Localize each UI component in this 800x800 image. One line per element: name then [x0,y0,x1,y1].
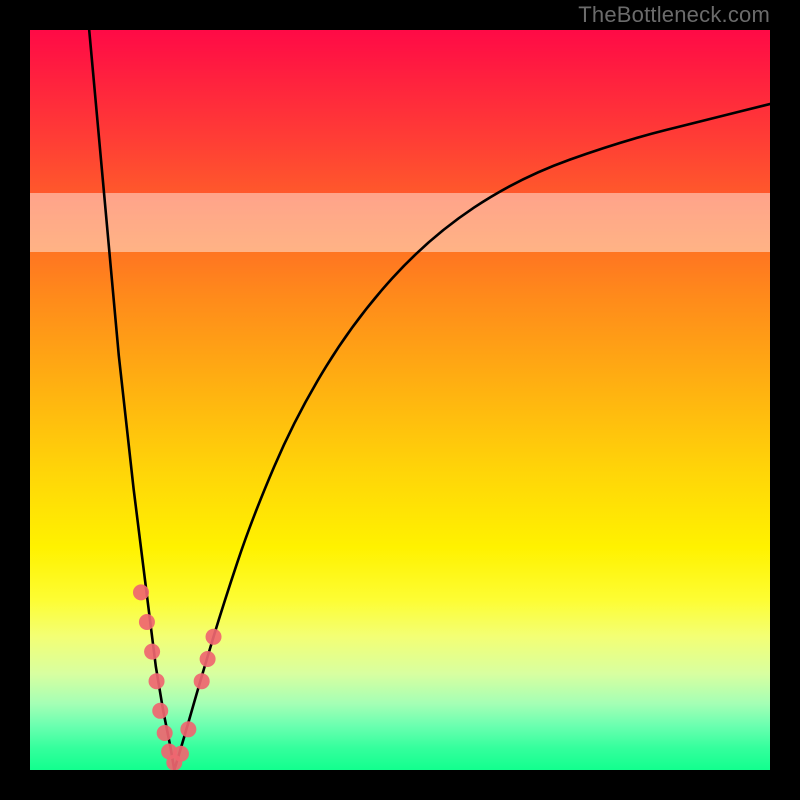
marker-dot [200,651,216,667]
watermark-text: TheBottleneck.com [578,2,770,28]
curve-markers [133,584,222,770]
marker-dot [157,725,173,741]
marker-dot [139,614,155,630]
curve-layer [30,30,770,770]
marker-dot [133,584,149,600]
plot-area [30,30,770,770]
bottleneck-curve [89,30,770,770]
marker-dot [194,673,210,689]
marker-dot [152,703,168,719]
marker-dot [173,746,189,762]
marker-dot [206,629,222,645]
chart-frame: TheBottleneck.com [0,0,800,800]
marker-dot [180,721,196,737]
marker-dot [149,673,165,689]
marker-dot [144,644,160,660]
